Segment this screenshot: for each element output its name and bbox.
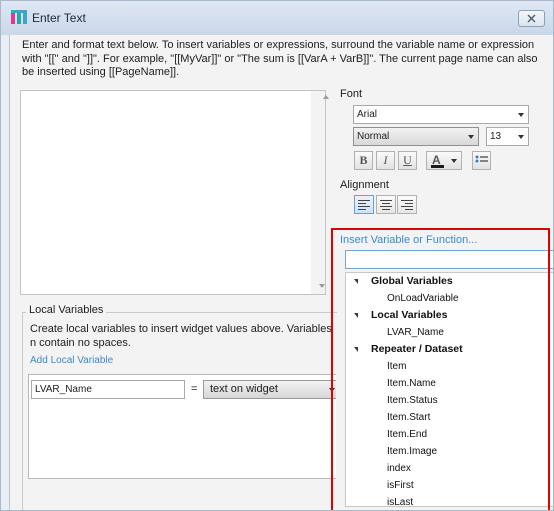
tree-item[interactable]: Item.Name xyxy=(346,375,553,392)
italic-button[interactable]: I xyxy=(376,151,395,170)
alignment-label: Alignment xyxy=(340,179,389,191)
align-center-button[interactable] xyxy=(376,195,396,214)
font-style-select[interactable]: Normal xyxy=(353,127,479,146)
tree-group-local-variables[interactable]: Local Variables xyxy=(346,307,553,324)
enter-text-dialog: Enter Text Enter and format text below. … xyxy=(0,0,554,511)
title-bar: Enter Text xyxy=(1,1,553,35)
tree-item[interactable]: Item.Status xyxy=(346,392,553,409)
bold-button[interactable]: B xyxy=(354,151,373,170)
chevron-down-icon xyxy=(518,113,524,117)
align-left-button[interactable] xyxy=(354,195,374,214)
tree-item[interactable]: Item.Start xyxy=(346,409,553,426)
local-variable-source-value: text on widget xyxy=(210,383,278,395)
align-left-icon xyxy=(358,200,370,210)
variable-tree: Global Variables OnLoadVariable Local Va… xyxy=(345,272,553,507)
dialog-title: Enter Text xyxy=(32,11,86,25)
tree-item[interactable]: index xyxy=(346,460,553,477)
chevron-down-icon xyxy=(451,159,457,163)
local-variables-description: Create local variables to insert widget … xyxy=(30,323,332,349)
font-size-select[interactable]: 13 xyxy=(486,127,529,146)
align-center-icon xyxy=(380,200,392,210)
tree-group-repeater-dataset[interactable]: Repeater / Dataset xyxy=(346,341,553,358)
tree-item[interactable]: Item xyxy=(346,358,553,375)
tree-item[interactable]: isFirst xyxy=(346,477,553,494)
align-right-icon xyxy=(401,200,413,210)
text-editor[interactable] xyxy=(20,90,326,295)
bullet-list-button[interactable] xyxy=(472,151,491,170)
font-label: Font xyxy=(340,88,363,100)
close-button[interactable] xyxy=(518,10,545,27)
font-family-value: Arial xyxy=(357,109,378,120)
dialog-body: Enter and format text below. To insert v… xyxy=(9,35,553,510)
scroll-down-arrow-icon[interactable] xyxy=(319,284,325,288)
editor-scrollbar[interactable] xyxy=(311,91,325,294)
tree-item[interactable]: Item.End xyxy=(346,426,553,443)
chevron-down-icon xyxy=(329,388,335,392)
font-size-value: 13 xyxy=(490,131,502,142)
underline-button[interactable]: U xyxy=(398,151,417,170)
add-local-variable-link[interactable]: Add Local Variable xyxy=(30,355,113,366)
font-family-select[interactable]: Arial xyxy=(353,105,529,124)
chevron-down-icon xyxy=(468,135,474,139)
local-variables-title: Local Variables xyxy=(26,304,107,316)
equals-sign: = xyxy=(191,383,198,395)
font-color-button[interactable]: A xyxy=(426,151,462,170)
bullet-list-icon xyxy=(475,155,488,163)
font-style-value: Normal xyxy=(357,131,390,142)
local-variable-source-select[interactable]: text on widget xyxy=(203,380,336,399)
tree-item[interactable]: isLast xyxy=(346,494,553,506)
tree-group-global-variables[interactable]: Global Variables xyxy=(346,273,553,290)
close-icon xyxy=(527,14,536,23)
expand-arrow-icon[interactable] xyxy=(354,347,358,352)
app-icon xyxy=(11,10,27,24)
local-variable-name-input[interactable]: LVAR_Name xyxy=(31,380,185,399)
tree-item[interactable]: OnLoadVariable xyxy=(346,290,553,307)
insert-variable-link[interactable]: Insert Variable or Function... xyxy=(340,234,477,246)
expand-arrow-icon[interactable] xyxy=(354,313,358,318)
align-right-button[interactable] xyxy=(397,195,417,214)
tree-item[interactable]: Item.Image xyxy=(346,443,553,460)
chevron-down-icon xyxy=(518,135,524,139)
scroll-up-arrow-icon[interactable] xyxy=(323,95,329,99)
tree-item[interactable]: LVAR_Name xyxy=(346,324,553,341)
instructions-text: Enter and format text below. To insert v… xyxy=(22,39,538,78)
font-color-swatch xyxy=(431,165,444,168)
expand-arrow-icon[interactable] xyxy=(354,279,358,284)
variable-search-input[interactable] xyxy=(345,250,553,269)
